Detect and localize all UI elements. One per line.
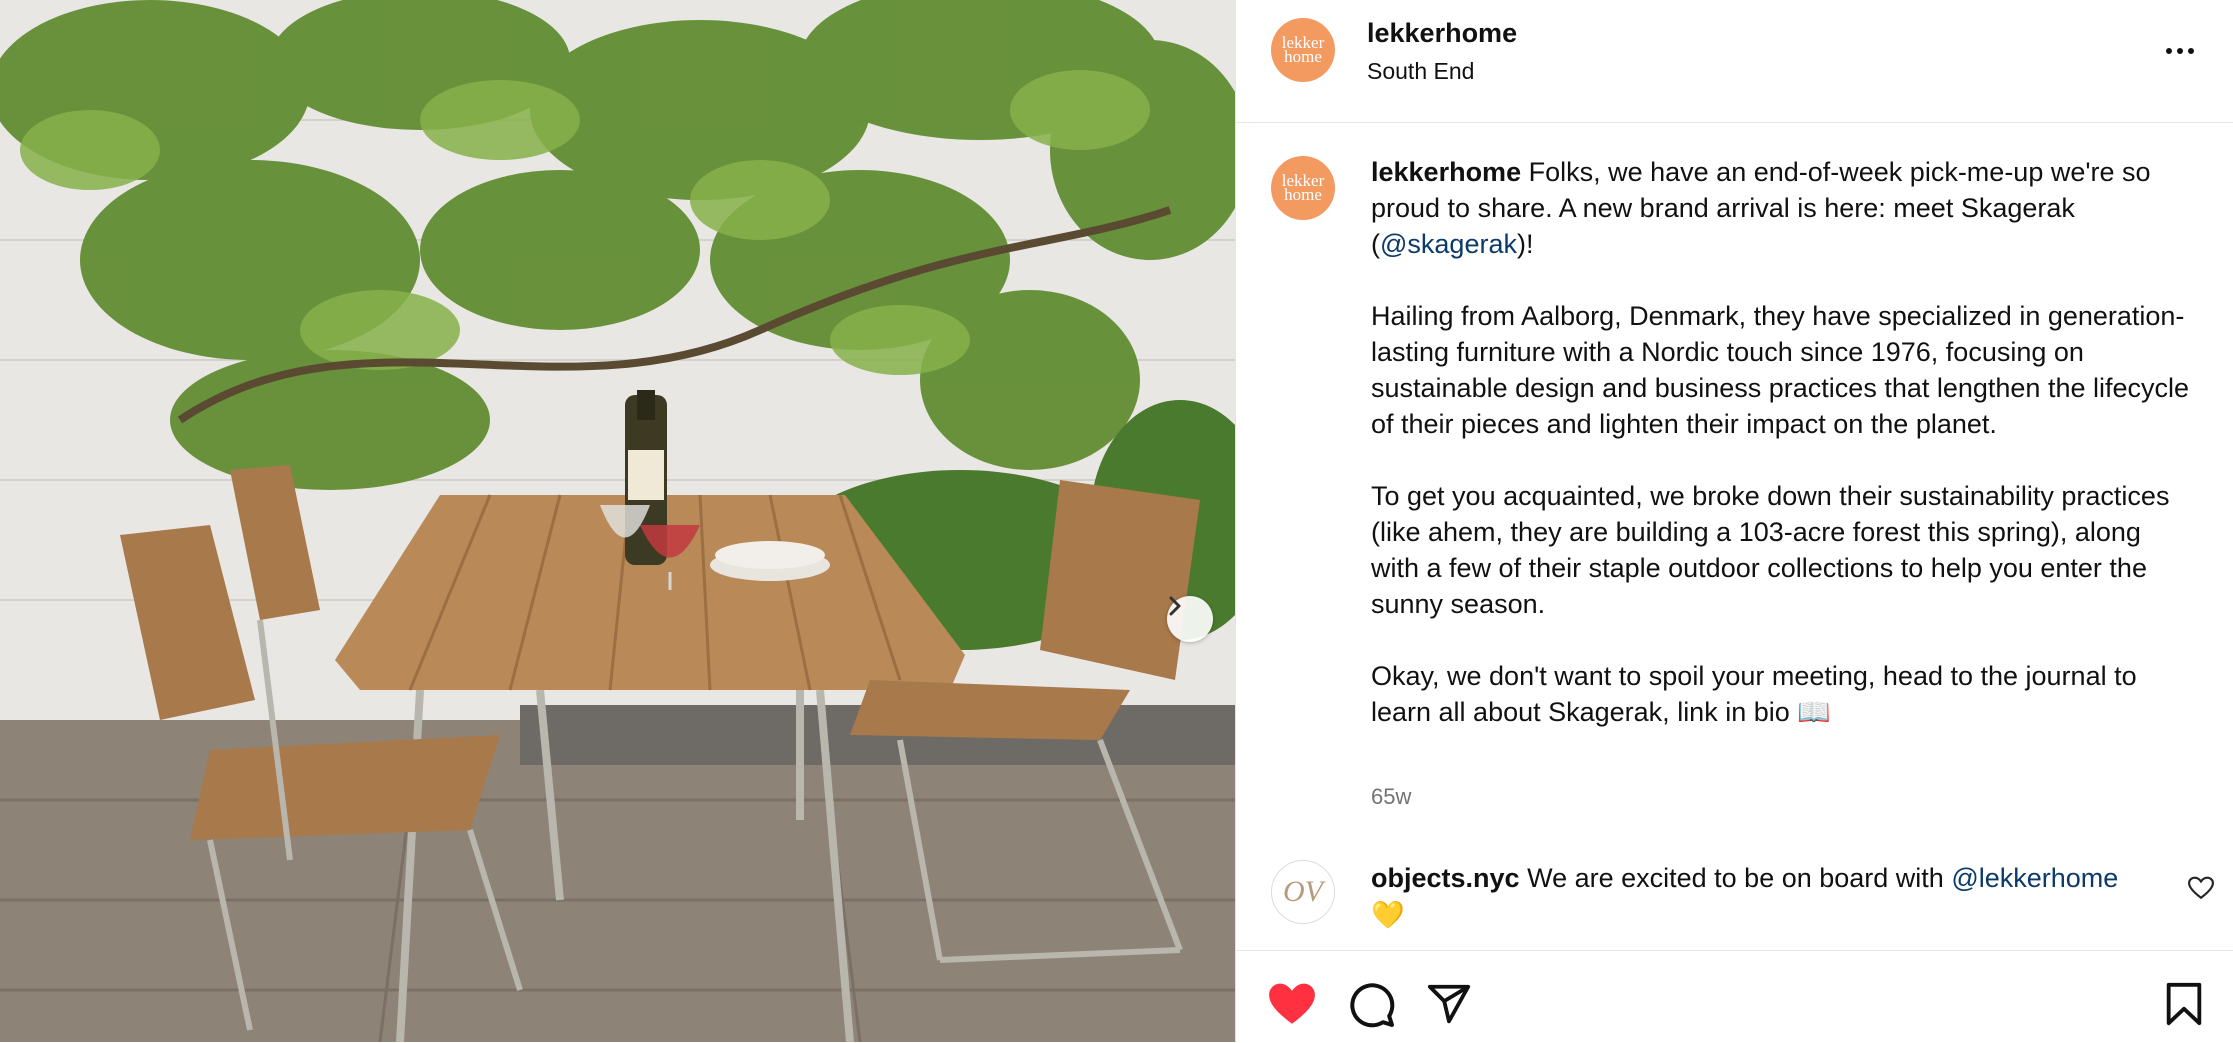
heart-outline-icon bbox=[2187, 876, 2215, 900]
comment-icon bbox=[1350, 983, 1395, 1028]
post-timestamp[interactable]: 65w bbox=[1371, 784, 1411, 810]
chevron-right-icon bbox=[1169, 596, 1181, 616]
comment-mention-link[interactable]: @lekkerhome bbox=[1951, 863, 2118, 893]
bookmark-icon bbox=[2166, 982, 2202, 1026]
avatar-text-line2: home bbox=[1284, 185, 1322, 204]
comment-text: We are excited to be on board with bbox=[1527, 863, 1944, 893]
share-button[interactable] bbox=[1426, 981, 1472, 1032]
comment-avatar[interactable]: OV bbox=[1271, 860, 1335, 924]
more-options-icon bbox=[2166, 48, 2172, 54]
save-button[interactable] bbox=[2164, 981, 2204, 1032]
caption-username[interactable]: lekkerhome bbox=[1371, 157, 1521, 187]
comment-emoji: 💛 bbox=[1371, 900, 1405, 930]
comment: objects.nyc We are excited to be on boar… bbox=[1371, 860, 2131, 934]
avatar-text-line2: home bbox=[1284, 47, 1322, 66]
mention-link[interactable]: @skagerak bbox=[1380, 229, 1517, 259]
avatar[interactable]: lekker home bbox=[1271, 18, 1335, 82]
heart-filled-icon bbox=[1269, 983, 1315, 1024]
patio-scene bbox=[0, 0, 1235, 1042]
more-options-button[interactable] bbox=[2160, 36, 2200, 66]
paper-plane-icon bbox=[1427, 984, 1471, 1024]
post-username[interactable]: lekkerhome bbox=[1367, 18, 1517, 49]
post-detail-panel: lekker home lekkerhome South End lekker … bbox=[1235, 0, 2233, 1042]
post-actions-bar bbox=[1236, 950, 2233, 1043]
comment-button[interactable] bbox=[1348, 981, 1396, 1034]
caption-paragraph: To get you acquainted, we broke down the… bbox=[1371, 481, 2170, 619]
caption-avatar[interactable]: lekker home bbox=[1271, 156, 1335, 220]
post-photo bbox=[0, 0, 1235, 1042]
post-location[interactable]: South End bbox=[1367, 58, 1474, 85]
comment-like-button[interactable] bbox=[2187, 876, 2215, 905]
caption-paragraph: lekkerhome Folks, we have an end-of-week… bbox=[1371, 154, 2191, 262]
post-header: lekker home lekkerhome South End bbox=[1236, 0, 2233, 123]
comment-username[interactable]: objects.nyc bbox=[1371, 863, 1520, 893]
next-image-button[interactable] bbox=[1167, 596, 1213, 642]
caption-text: )! bbox=[1516, 229, 1534, 259]
caption-paragraph: Hailing from Aalborg, Denmark, they have… bbox=[1371, 301, 2190, 439]
caption-paragraph: Okay, we don't want to spoil your meetin… bbox=[1371, 661, 2137, 727]
post-caption: lekkerhome Folks, we have an end-of-week… bbox=[1371, 154, 2191, 730]
like-button[interactable] bbox=[1267, 981, 1317, 1032]
